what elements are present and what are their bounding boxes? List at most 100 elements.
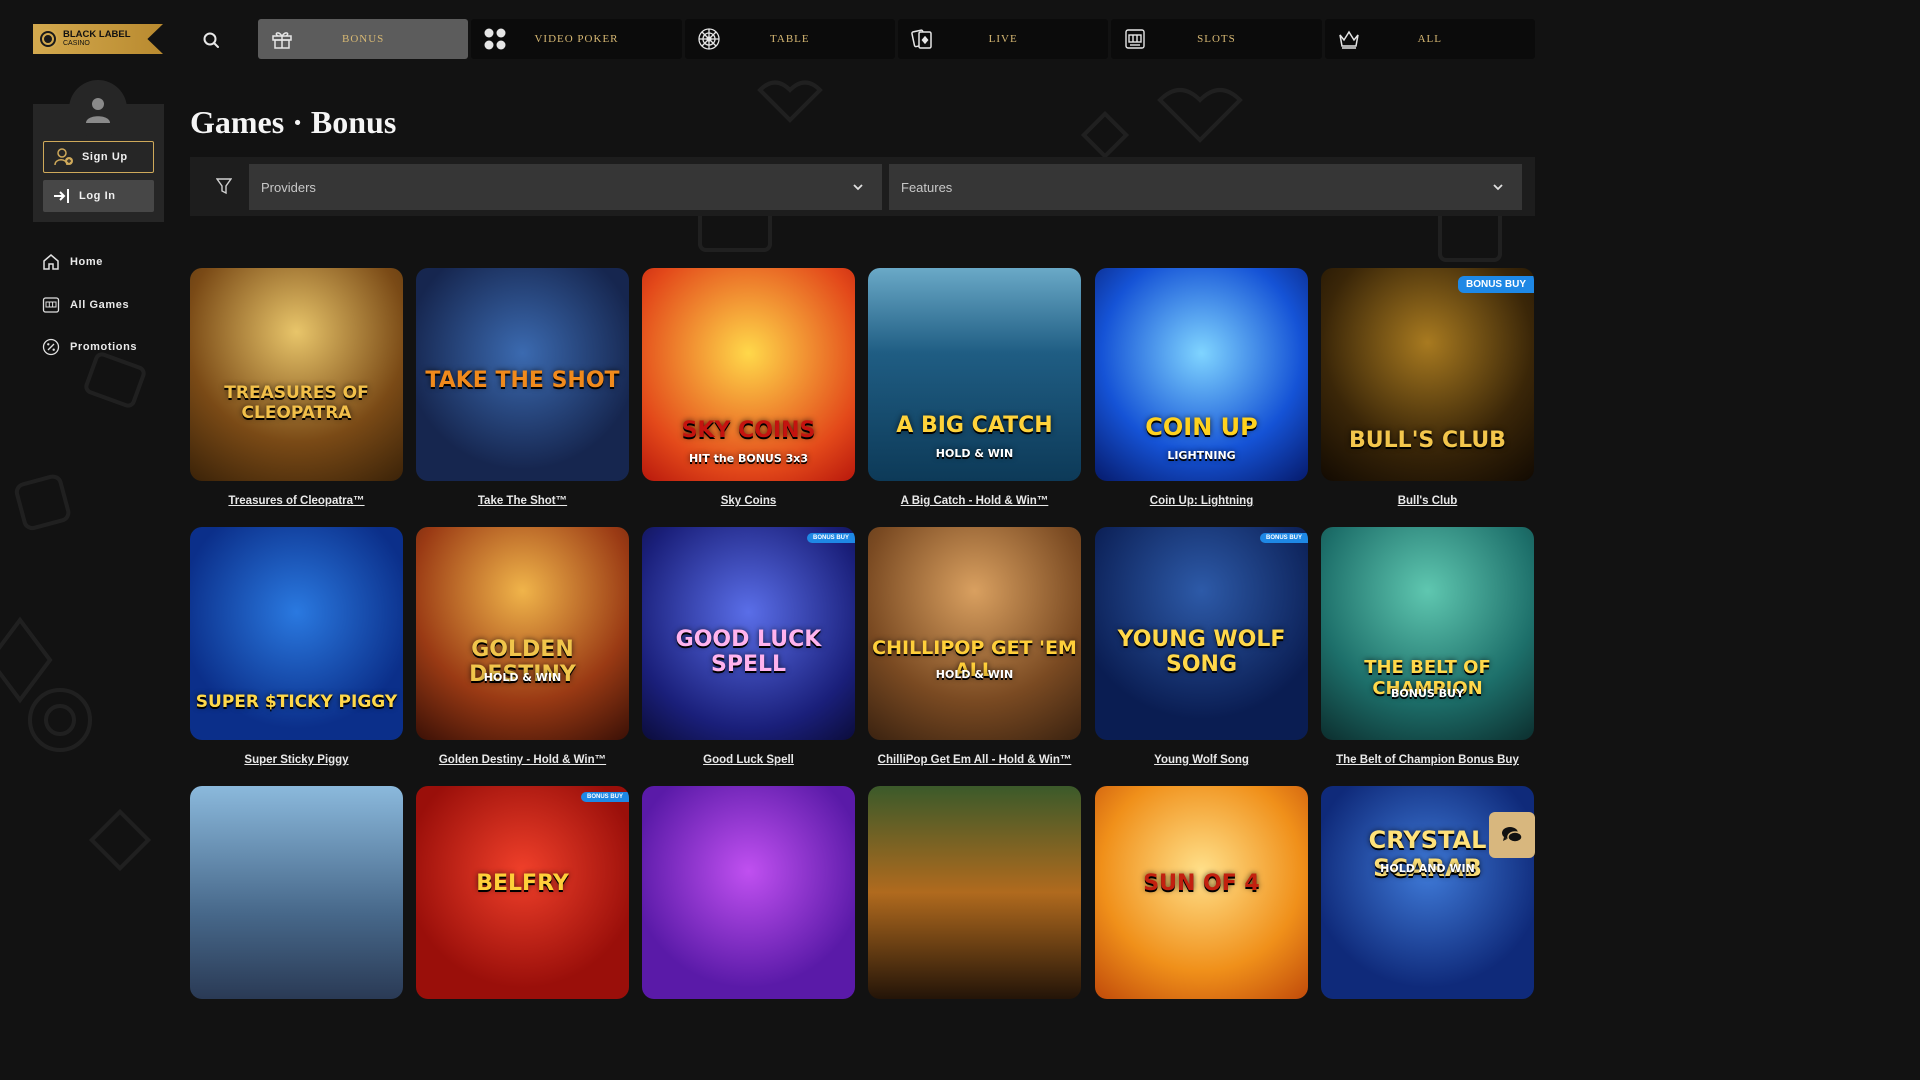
search-icon[interactable] xyxy=(200,29,222,51)
game-title-link[interactable]: Good Luck Spell xyxy=(642,754,855,766)
game-title-link[interactable]: ChilliPop Get Em All - Hold & Win™ xyxy=(868,754,1081,766)
bonus-buy-badge: BONUS BUY xyxy=(1457,276,1534,293)
log-in-button[interactable]: Log In xyxy=(43,180,154,212)
game-art-subtitle: LIGHTNING xyxy=(1167,449,1236,462)
brand-name: BLACK LABEL xyxy=(63,29,131,40)
game-thumbnail[interactable]: GOLDEN DESTINY HOLD & WIN xyxy=(416,527,629,740)
game-art-title: A BIG CATCH xyxy=(896,413,1053,438)
features-select[interactable]: Features xyxy=(889,164,1522,210)
add-user-icon xyxy=(54,148,73,166)
game-card[interactable]: SUPER $TICKY PIGGY Super Sticky Piggy xyxy=(190,527,403,766)
roulette-icon xyxy=(698,28,720,50)
game-thumbnail[interactable]: TREASURES OF CLEOPATRA xyxy=(190,268,403,481)
bonus-buy-badge: BONUS BUY xyxy=(580,792,629,802)
game-title-link[interactable]: Sky Coins xyxy=(642,495,855,507)
game-art-subtitle: HOLD & WIN xyxy=(935,668,1014,681)
game-art-title: SUN OF 4 xyxy=(1143,871,1260,896)
game-art-title: BELFRY xyxy=(476,871,569,896)
game-card[interactable]: TAKE THE SHOT Take The Shot™ xyxy=(416,268,629,507)
brand-logo[interactable]: BLACK LABEL CASINO xyxy=(33,24,163,54)
slot-machine-icon xyxy=(42,296,60,313)
game-thumbnail[interactable]: GOOD LUCK SPELL BONUS BUY xyxy=(642,527,855,740)
sign-up-button[interactable]: Sign Up xyxy=(43,141,154,173)
sidebar-item-promotions[interactable]: Promotions xyxy=(42,335,137,359)
game-thumbnail[interactable]: SUPER $TICKY PIGGY xyxy=(190,527,403,740)
tab-bonus[interactable]: BONUS xyxy=(258,19,469,59)
filter-icon[interactable] xyxy=(216,178,232,195)
game-thumbnail[interactable]: A BIG CATCH HOLD & WIN xyxy=(868,268,1081,481)
game-card[interactable]: GOLDEN DESTINY HOLD & WIN Golden Destiny -… xyxy=(416,527,629,766)
game-art-title: YOUNG WOLF SONG xyxy=(1117,627,1286,677)
game-artwork xyxy=(868,527,1081,740)
game-thumbnail[interactable]: CHILLIPOP GET 'EM ALL HOLD & WIN xyxy=(868,527,1081,740)
game-card[interactable] xyxy=(190,786,403,999)
tab-all[interactable]: ALL xyxy=(1324,19,1535,59)
game-thumbnail[interactable]: THE BELT OF CHAMPION BONUS BUY xyxy=(1321,527,1534,740)
tab-video-poker[interactable]: VIDEO POKER xyxy=(471,19,682,59)
game-art-title: COIN UP xyxy=(1145,413,1258,441)
game-artwork xyxy=(642,786,855,999)
game-card[interactable]: CHILLIPOP GET 'EM ALL HOLD & WIN ChilliPop… xyxy=(868,527,1081,766)
game-card[interactable]: SUN OF 4 xyxy=(1095,786,1308,999)
gift-icon xyxy=(272,32,292,49)
providers-select[interactable]: Providers xyxy=(249,164,882,210)
game-card[interactable]: GOOD LUCK SPELL BONUS BUY Good Luck Spell xyxy=(642,527,855,766)
game-title-link[interactable]: A Big Catch - Hold & Win™ xyxy=(868,495,1081,507)
game-thumbnail[interactable]: SUN OF 4 xyxy=(1095,786,1308,999)
sidebar-item-home[interactable]: Home xyxy=(42,250,137,274)
game-thumbnail[interactable]: BULL'S CLUB BONUS BUY xyxy=(1321,268,1534,481)
game-thumbnail[interactable] xyxy=(642,786,855,999)
game-title-link[interactable]: The Belt of Champion Bonus Buy xyxy=(1321,754,1534,766)
sign-up-label: Sign Up xyxy=(82,151,128,163)
game-card[interactable]: BULL'S CLUB BONUS BUY Bull's Club xyxy=(1321,268,1534,507)
game-thumbnail[interactable]: SKY COINS HIT the BONUS 3x3 xyxy=(642,268,855,481)
game-title-link[interactable]: Bull's Club xyxy=(1321,495,1534,507)
game-card[interactable]: TREASURES OF CLEOPATRA Treasures of Cleop… xyxy=(190,268,403,507)
game-card[interactable]: SKY COINS HIT the BONUS 3x3 Sky Coins xyxy=(642,268,855,507)
live-chat-button[interactable] xyxy=(1489,812,1535,858)
user-icon xyxy=(86,98,110,123)
poker-chips-icon xyxy=(484,28,506,50)
game-artwork xyxy=(190,268,403,481)
tab-table[interactable]: TABLE xyxy=(684,19,895,59)
sidebar-item-label: Promotions xyxy=(70,341,138,353)
game-card[interactable] xyxy=(868,786,1081,999)
game-thumbnail[interactable] xyxy=(190,786,403,999)
game-art-subtitle: HOLD & WIN xyxy=(935,447,1014,460)
game-thumbnail[interactable]: YOUNG WOLF SONG BONUS BUY xyxy=(1095,527,1308,740)
game-card[interactable]: YOUNG WOLF SONG BONUS BUY Young Wolf Song xyxy=(1095,527,1308,766)
game-art-title: GOOD LUCK SPELL xyxy=(675,627,822,677)
avatar xyxy=(69,80,127,138)
log-in-label: Log In xyxy=(79,190,116,202)
game-thumbnail[interactable] xyxy=(868,786,1081,999)
sidebar-item-label: Home xyxy=(70,256,103,268)
game-title-link[interactable]: Take The Shot™ xyxy=(416,495,629,507)
crown-icon xyxy=(1338,30,1359,49)
game-card[interactable]: A BIG CATCH HOLD & WIN A Big Catch - Hold … xyxy=(868,268,1081,507)
game-card[interactable]: COIN UP LIGHTNING Coin Up: Lightning xyxy=(1095,268,1308,507)
game-card[interactable] xyxy=(642,786,855,999)
game-title-link[interactable]: Super Sticky Piggy xyxy=(190,754,403,766)
game-thumbnail[interactable]: COIN UP LIGHTNING xyxy=(1095,268,1308,481)
game-title-link[interactable]: Golden Destiny - Hold & Win™ xyxy=(416,754,629,766)
tab-slots[interactable]: SLOTS xyxy=(1111,19,1322,59)
game-title-link[interactable]: Treasures of Cleopatra™ xyxy=(190,495,403,507)
game-artwork xyxy=(642,268,855,481)
game-title-link[interactable]: Young Wolf Song xyxy=(1095,754,1308,766)
game-thumbnail[interactable]: BELFRY BONUS BUY xyxy=(416,786,629,999)
filter-bar: Providers Features xyxy=(190,157,1535,216)
game-card[interactable]: THE BELT OF CHAMPION BONUS BUY The Belt of… xyxy=(1321,527,1534,766)
game-art-subtitle: BONUS BUY xyxy=(1391,687,1464,700)
game-card[interactable]: BELFRY BONUS BUY xyxy=(416,786,629,999)
brand-subname: CASINO xyxy=(63,40,90,47)
sidebar-item-label: All Games xyxy=(70,298,130,311)
providers-placeholder: Providers xyxy=(261,179,316,195)
home-icon xyxy=(43,254,59,270)
game-thumbnail[interactable]: TAKE THE SHOT xyxy=(416,268,629,481)
game-title-link[interactable]: Coin Up: Lightning xyxy=(1095,495,1308,507)
game-artwork xyxy=(190,786,403,999)
sidebar-item-all-games[interactable]: All Games xyxy=(42,293,137,317)
tab-live[interactable]: LIVE xyxy=(897,19,1109,59)
sidebar-menu: Home All Games Promotions xyxy=(42,250,137,378)
game-art-title: SUPER $TICKY PIGGY xyxy=(195,692,398,712)
